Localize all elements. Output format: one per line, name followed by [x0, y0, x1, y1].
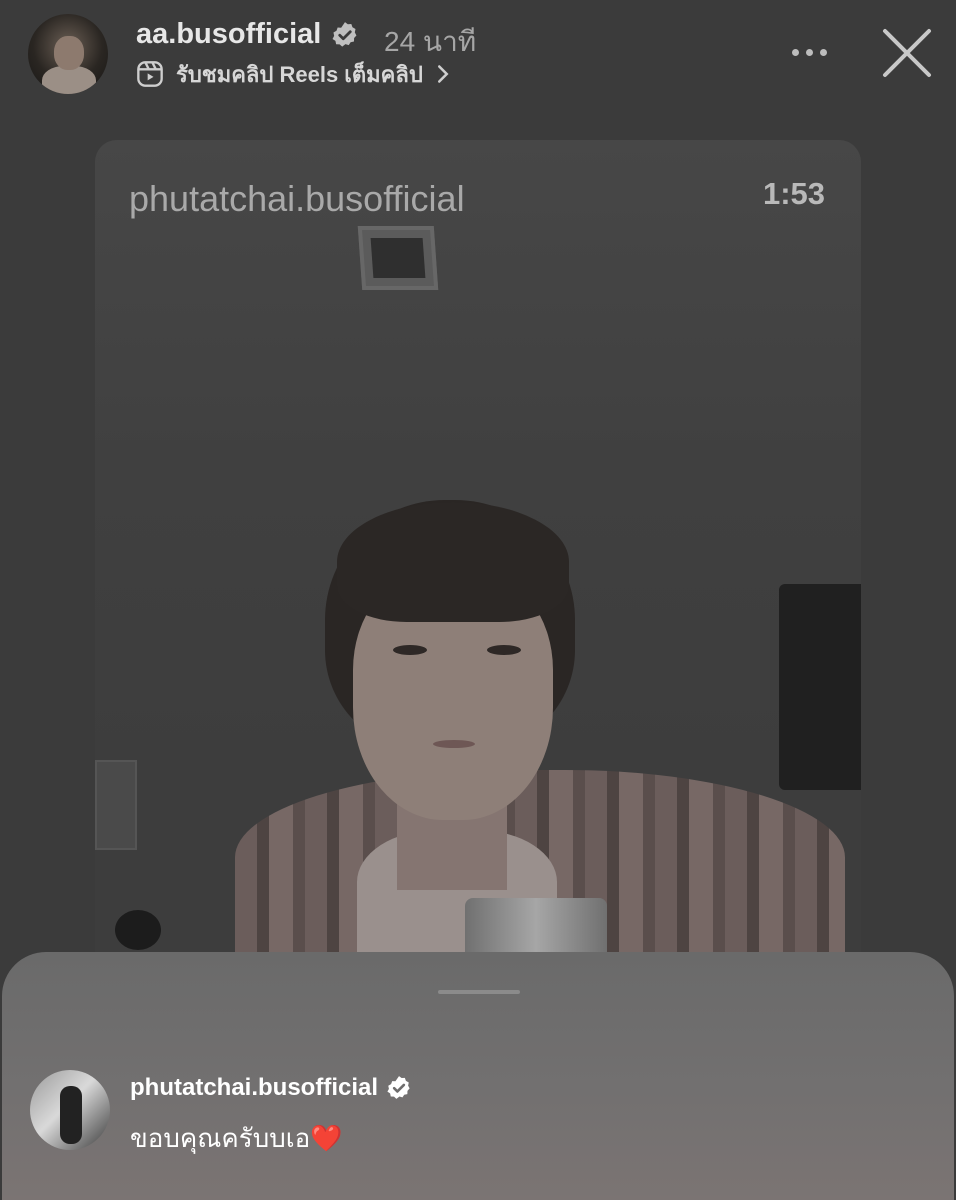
person-eye-left — [393, 645, 427, 655]
sheet-grabber[interactable] — [438, 990, 520, 994]
speaker — [779, 584, 861, 790]
reply-username[interactable]: phutatchai.busofficial — [130, 1074, 412, 1102]
reply-sheet: phutatchai.busofficial ขอบคุณครับบเอ❤️ — [2, 952, 954, 1200]
chair — [115, 910, 161, 950]
story-header: aa.busofficial 24 นาที รับชมคลิป Reels เ… — [0, 0, 956, 120]
more-dot — [791, 48, 799, 56]
ceiling-light — [357, 226, 439, 290]
reels-link[interactable]: รับชมคลิป Reels เต็มคลิป — [136, 58, 451, 90]
avatar-figure-body — [42, 66, 96, 94]
story-username-text: aa.busofficial — [136, 18, 322, 50]
story-username[interactable]: aa.busofficial — [136, 18, 359, 51]
microphone — [465, 898, 607, 952]
more-dot — [819, 48, 827, 56]
more-dot — [805, 48, 813, 56]
person-eye-right — [487, 645, 521, 655]
heart-emoji: ❤️ — [310, 1123, 343, 1153]
reel-duration: 1:53 — [762, 176, 825, 211]
avatar[interactable] — [28, 14, 108, 94]
ceiling-light-inner — [370, 238, 426, 278]
chevron-right-icon — [437, 65, 449, 83]
more-icon[interactable] — [786, 36, 832, 68]
reels-icon — [137, 61, 163, 87]
wall-outlet — [95, 760, 137, 850]
avatar-figure-face — [54, 36, 84, 70]
person-bangs — [337, 502, 569, 622]
person-mouth — [433, 740, 475, 748]
reply-message: ขอบคุณครับบเอ❤️ — [130, 1118, 343, 1159]
reel-preview[interactable]: phutatchai.busofficial 1:53 — [95, 140, 861, 952]
close-icon[interactable] — [880, 26, 934, 80]
reel-username: phutatchai.busofficial — [129, 178, 465, 219]
verified-badge-icon — [332, 21, 357, 47]
reply-avatar-figure — [60, 1086, 82, 1144]
reply-username-text: phutatchai.busofficial — [130, 1074, 379, 1101]
reply-avatar[interactable] — [30, 1070, 110, 1150]
reels-link-label: รับชมคลิป Reels เต็มคลิป — [176, 61, 423, 87]
verified-badge-icon — [387, 1076, 410, 1099]
reply-message-text: ขอบคุณครับบเอ — [130, 1123, 311, 1153]
